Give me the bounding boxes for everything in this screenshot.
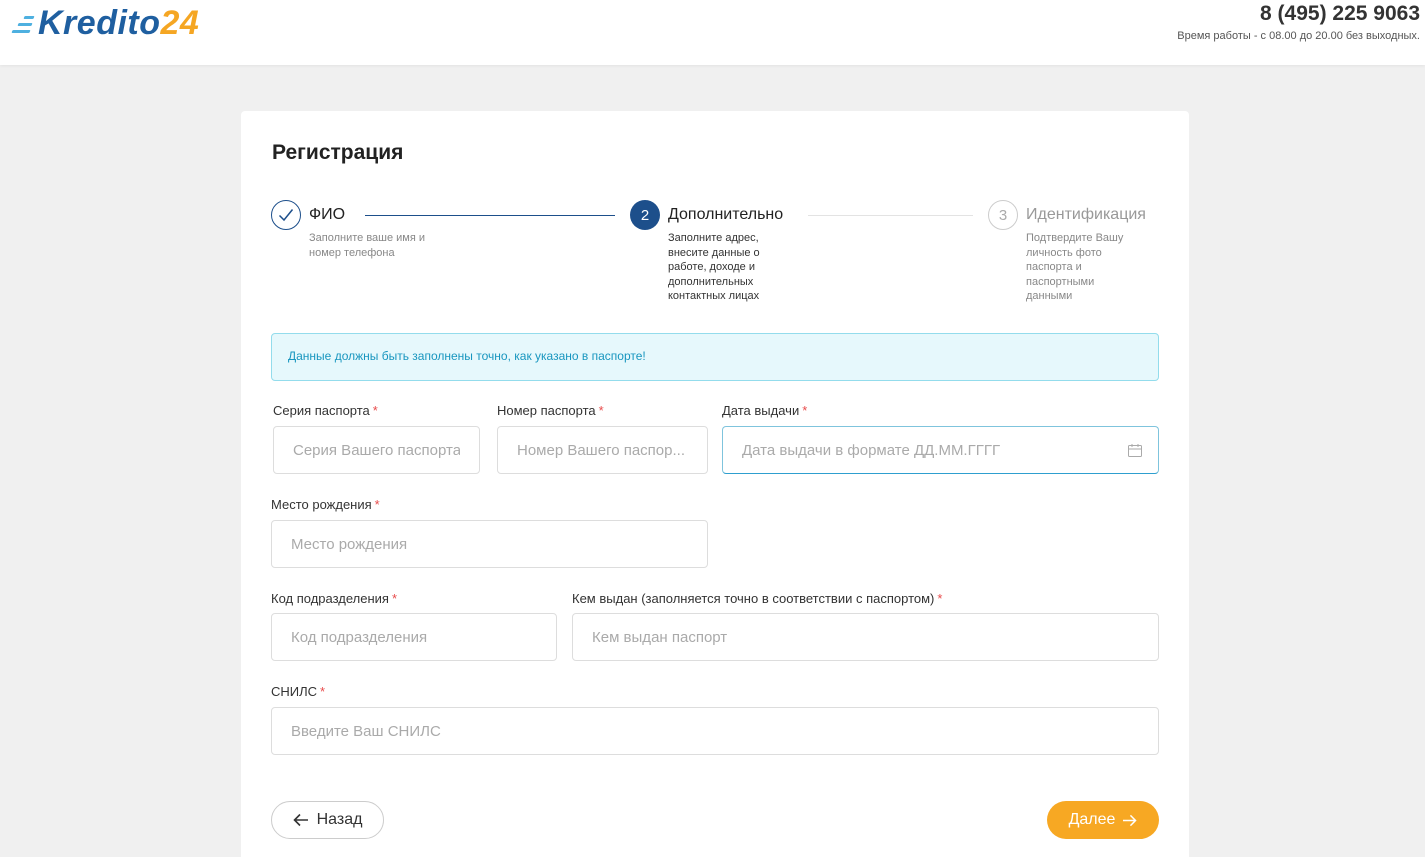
passport-number-input[interactable] <box>497 426 708 474</box>
arrow-right-icon <box>1123 814 1138 826</box>
working-hours: Время работы - с 08.00 до 20.00 без выхо… <box>1177 30 1420 42</box>
passport-number-label: Номер паспорта * <box>497 403 604 418</box>
step-2-description: Заполните адрес, внесите данные о работе… <box>668 232 760 302</box>
required-mark: * <box>391 591 398 606</box>
passport-series-label: Серия паспорта * <box>273 403 378 418</box>
registration-card: Регистрация ФИО Заполните ваше имя и ном… <box>241 111 1189 857</box>
step-1-title: ФИО <box>309 206 346 223</box>
phone-number[interactable]: 8 (495) 225 9063 <box>1177 1 1420 27</box>
issued-by-label: Кем выдан (заполняется точно в соответст… <box>572 591 943 606</box>
required-mark: * <box>598 403 604 418</box>
birth-place-label: Место рождения * <box>271 497 380 512</box>
department-code-label: Код подразделения * <box>271 591 398 606</box>
calendar-icon[interactable] <box>1128 444 1142 457</box>
step-1-description: Заполните ваше имя и номер телефона <box>309 232 426 259</box>
step-2-connector <box>808 215 973 216</box>
logo-text-number: 24 <box>160 4 200 42</box>
next-button[interactable]: Далее <box>1047 801 1159 839</box>
step-1-connector <box>365 215 615 216</box>
checkmark-icon <box>278 209 294 222</box>
site-header: Kredito24 8 (495) 225 9063 Время работы … <box>0 0 1425 65</box>
arrow-left-icon <box>292 813 308 827</box>
step-3-title: Идентификация <box>1026 206 1146 223</box>
issued-by-input[interactable] <box>572 613 1159 661</box>
logo-text-main: Kredito <box>38 4 161 42</box>
required-mark: * <box>320 684 326 699</box>
required-mark: * <box>374 497 380 512</box>
issue-date-input[interactable] <box>722 426 1159 474</box>
logo-text: Kredito24 <box>38 3 199 43</box>
passport-series-input[interactable] <box>273 426 480 474</box>
step-2-indicator: 2 <box>630 200 660 230</box>
back-button-label: Назад <box>316 811 363 828</box>
snils-label: СНИЛС * <box>271 684 326 699</box>
kredito24-logo[interactable]: Kredito24 <box>10 3 199 43</box>
passport-accuracy-alert: Данные должны быть заполнены точно, как … <box>271 333 1159 381</box>
issue-date-label: Дата выдачи * <box>722 403 808 418</box>
step-3-indicator: 3 <box>988 200 1018 230</box>
birth-place-input[interactable] <box>271 520 708 568</box>
step-3-description: Подтвердите Вашу личность фото паспорта … <box>1026 232 1124 302</box>
step-1-indicator <box>271 200 301 230</box>
contact-info: 8 (495) 225 9063 Время работы - с 08.00 … <box>1177 0 1420 43</box>
required-mark: * <box>802 403 808 418</box>
snils-input[interactable] <box>271 707 1159 755</box>
required-mark: * <box>372 403 378 418</box>
logo-speed-lines-icon <box>10 12 36 34</box>
next-button-label: Далее <box>1068 811 1116 828</box>
back-button[interactable]: Назад <box>271 801 384 839</box>
required-mark: * <box>937 591 943 606</box>
step-2-title: Дополнительно <box>668 206 784 223</box>
page-title: Регистрация <box>272 141 404 164</box>
department-code-input[interactable] <box>271 613 557 661</box>
